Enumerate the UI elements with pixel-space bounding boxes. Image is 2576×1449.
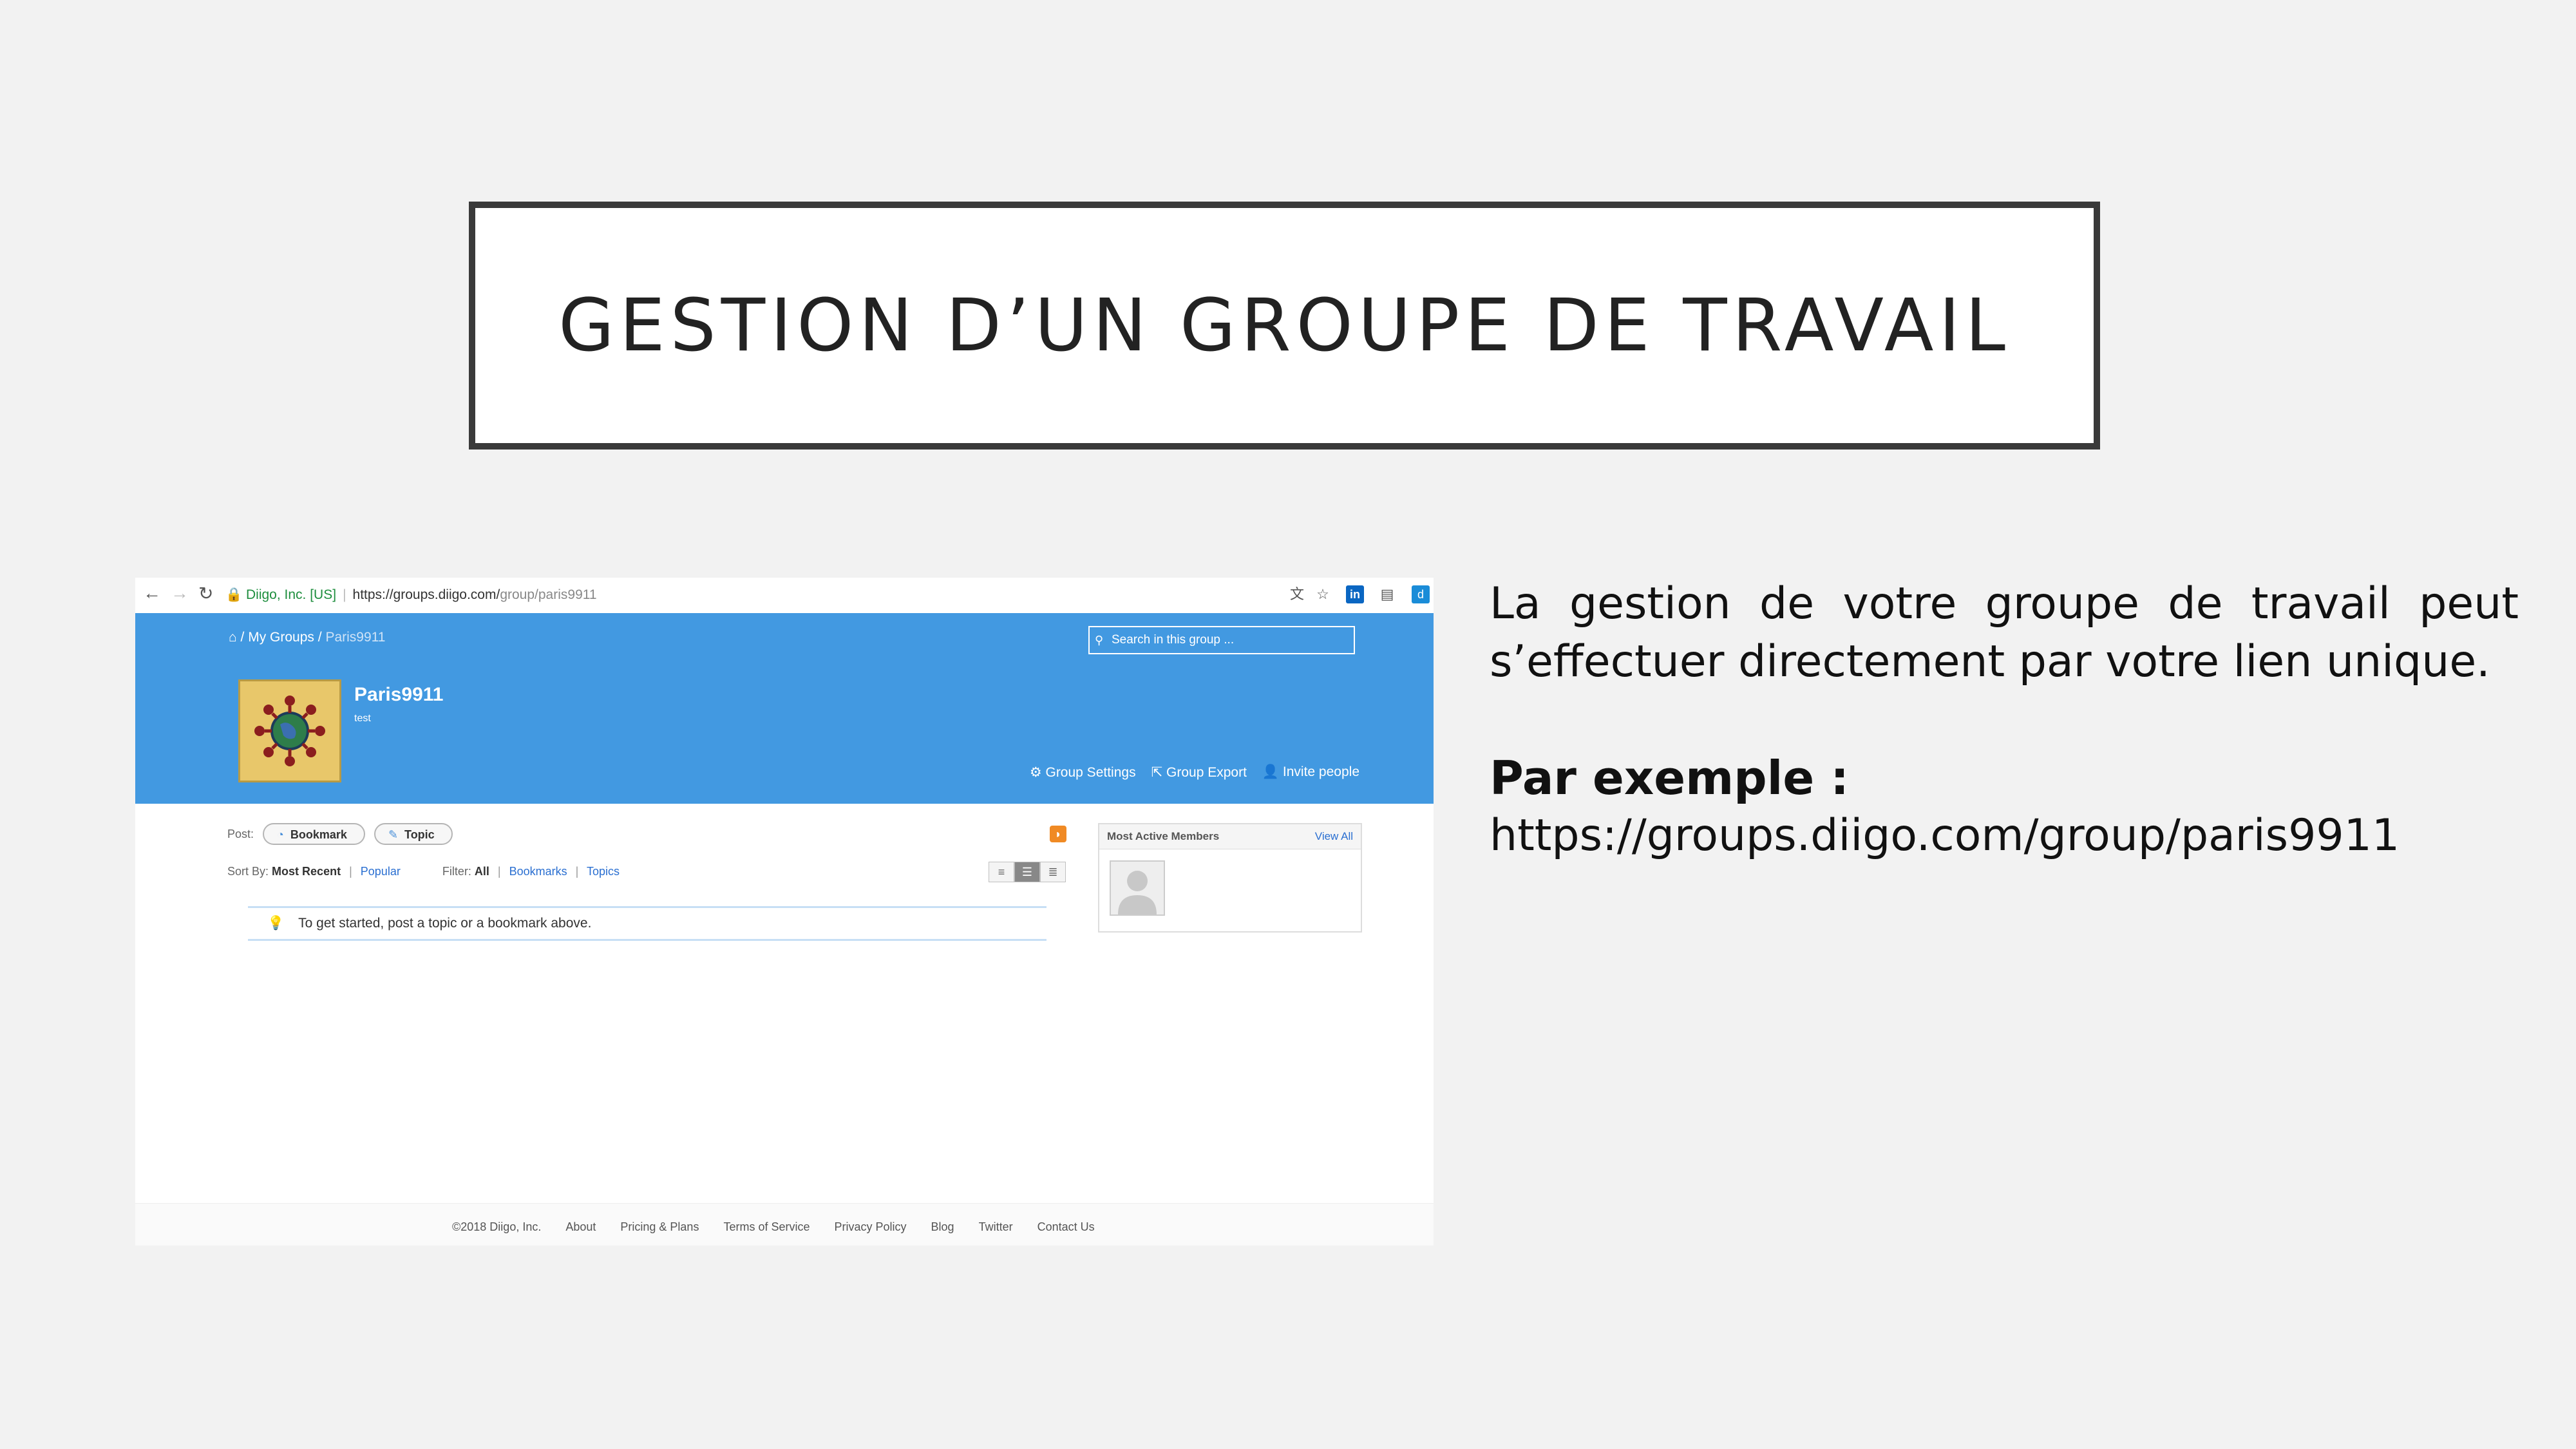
document-icon[interactable]: ▤ bbox=[1378, 585, 1396, 603]
group-search-input[interactable]: ⚲ Search in this group ... bbox=[1088, 626, 1355, 654]
screenshot: ← → ↻ 🔒 Diigo, Inc. [US] | https://groups.… bbox=[135, 578, 1434, 1245]
filter-all[interactable]: All bbox=[475, 865, 489, 878]
members-header: Most Active Members View All bbox=[1099, 824, 1361, 849]
group-name: Paris9911 bbox=[354, 684, 444, 705]
example-label: Par exemple : bbox=[1490, 751, 1850, 805]
invite-people-link[interactable]: 👤 Invite people bbox=[1262, 764, 1359, 781]
bookmark-icon: ◔ bbox=[277, 828, 284, 841]
add-user-icon: 👤 bbox=[1262, 764, 1283, 779]
lightbulb-icon: 💡 bbox=[267, 916, 285, 931]
bookmark-label: Bookmark bbox=[290, 828, 347, 841]
footer-privacy[interactable]: Privacy Policy bbox=[835, 1220, 907, 1234]
footer-pricing[interactable]: Pricing & Plans bbox=[620, 1220, 699, 1234]
example-url: https://groups.diigo.com/group/paris9911 bbox=[1490, 810, 2400, 861]
filter-bookmarks[interactable]: Bookmarks bbox=[509, 865, 567, 878]
post-topic-button[interactable]: ✎ Topic bbox=[374, 823, 453, 845]
member-avatar[interactable] bbox=[1110, 860, 1165, 916]
breadcrumb-my-groups[interactable]: My Groups bbox=[248, 630, 314, 645]
slide-title: GESTION D’UN GROUPE DE TRAVAIL bbox=[558, 283, 2011, 368]
group-settings-label: Group Settings bbox=[1045, 765, 1136, 780]
breadcrumb-separator: / bbox=[317, 630, 322, 645]
user-silhouette-icon bbox=[1118, 871, 1157, 914]
breadcrumb-current: Paris9911 bbox=[325, 630, 386, 645]
filter-label: Filter: bbox=[442, 865, 471, 878]
globe-people-icon bbox=[254, 696, 325, 766]
diigo-extension-icon[interactable]: d bbox=[1412, 585, 1430, 603]
rss-icon[interactable]: ◗ bbox=[1050, 826, 1066, 842]
group-settings-link[interactable]: ⚙ Group Settings bbox=[1030, 764, 1136, 781]
list-view-icon[interactable]: ≡ bbox=[989, 862, 1014, 882]
post-bookmark-button[interactable]: ◔ Bookmark bbox=[263, 823, 365, 845]
footer-links: ©2018 Diigo, Inc. About Pricing & Plans … bbox=[452, 1220, 1095, 1234]
breadcrumb-separator: / bbox=[240, 630, 245, 645]
invite-people-label: Invite people bbox=[1282, 764, 1359, 779]
group-export-label: Group Export bbox=[1166, 765, 1247, 780]
url-path: group/paris9911 bbox=[500, 587, 597, 602]
forward-arrow-icon[interactable]: → bbox=[171, 583, 189, 603]
footer-contact[interactable]: Contact Us bbox=[1037, 1220, 1095, 1234]
group-banner: ⌂ / My Groups / Paris9911 ⚲ Search in th… bbox=[135, 613, 1434, 804]
footer-copyright: ©2018 Diigo, Inc. bbox=[452, 1220, 542, 1233]
browser-toolbar: ← → ↻ 🔒 Diigo, Inc. [US] | https://groups.… bbox=[135, 578, 1434, 614]
linkedin-icon[interactable]: in bbox=[1346, 585, 1364, 603]
notice-text: To get started, post a topic or a bookma… bbox=[298, 916, 592, 931]
search-placeholder: Search in this group ... bbox=[1112, 633, 1235, 647]
export-icon: ⇱ bbox=[1151, 765, 1167, 780]
group-actions: ⚙ Group Settings ⇱ Group Export 👤 Invite… bbox=[1030, 764, 1359, 781]
description-text: La gestion de votre groupe de travail pe… bbox=[1490, 578, 2519, 687]
sort-label: Sort By: bbox=[227, 865, 269, 878]
sort-popular[interactable]: Popular bbox=[361, 865, 401, 878]
slide-description: La gestion de votre groupe de travail pe… bbox=[1490, 575, 2519, 865]
compact-view-icon[interactable]: ≣ bbox=[1040, 862, 1066, 882]
sort-most-recent[interactable]: Most Recent bbox=[272, 865, 341, 878]
site-org: Diigo, Inc. [US] bbox=[246, 587, 337, 602]
post-label: Post: bbox=[227, 827, 254, 840]
empty-notice: 💡 To get started, post a topic or a bookm… bbox=[248, 906, 1046, 941]
reload-icon[interactable]: ↻ bbox=[198, 583, 213, 604]
post-row: Post: ◔ Bookmark ✎ Topic bbox=[227, 823, 453, 845]
filter-topics[interactable]: Topics bbox=[587, 865, 620, 878]
search-icon: ⚲ bbox=[1095, 634, 1104, 647]
sort-filter-row: Sort By: Most Recent | Popular Filter: A… bbox=[227, 865, 620, 878]
breadcrumb: ⌂ / My Groups / Paris9911 bbox=[229, 630, 385, 645]
group-avatar bbox=[238, 679, 341, 782]
footer-about[interactable]: About bbox=[565, 1220, 596, 1234]
url-host: https://groups.diigo.com/ bbox=[352, 587, 500, 602]
topic-label: Topic bbox=[404, 828, 435, 841]
detail-view-icon[interactable]: ☰ bbox=[1014, 862, 1040, 882]
slide-title-box: GESTION D’UN GROUPE DE TRAVAIL bbox=[469, 202, 2100, 450]
home-icon[interactable]: ⌂ bbox=[229, 630, 237, 645]
group-export-link[interactable]: ⇱ Group Export bbox=[1151, 764, 1247, 781]
footer-twitter[interactable]: Twitter bbox=[979, 1220, 1013, 1234]
view-all-link[interactable]: View All bbox=[1315, 824, 1353, 849]
group-description: test bbox=[354, 713, 371, 724]
members-title: Most Active Members bbox=[1107, 830, 1220, 842]
lock-icon: 🔒 bbox=[225, 587, 243, 602]
topic-icon: ✎ bbox=[388, 828, 399, 841]
address-bar[interactable]: 🔒 Diigo, Inc. [US] | https://groups.diigo.… bbox=[225, 584, 1410, 606]
footer-terms[interactable]: Terms of Service bbox=[723, 1220, 810, 1234]
gear-icon: ⚙ bbox=[1029, 765, 1046, 780]
most-active-members-panel: Most Active Members View All bbox=[1098, 823, 1362, 933]
back-arrow-icon[interactable]: ← bbox=[143, 583, 161, 603]
star-icon[interactable]: ☆ bbox=[1314, 585, 1332, 603]
view-switcher: ≡ ☰ ≣ bbox=[989, 862, 1066, 882]
footer-blog[interactable]: Blog bbox=[931, 1220, 954, 1234]
translate-icon[interactable]: 文 bbox=[1288, 585, 1306, 603]
page-footer: ©2018 Diigo, Inc. About Pricing & Plans … bbox=[135, 1203, 1434, 1245]
group-content: Post: ◔ Bookmark ✎ Topic ◗ Sort By: Most R… bbox=[135, 804, 1434, 1203]
